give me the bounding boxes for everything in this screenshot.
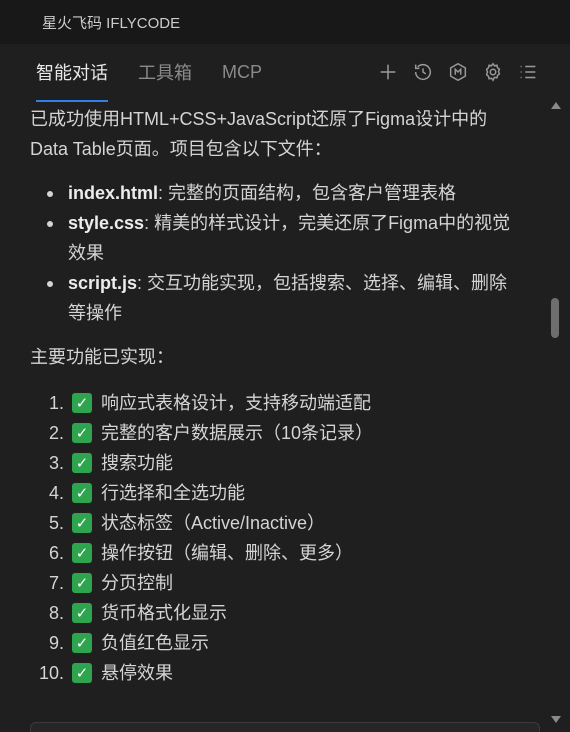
feature-text: 操作按钮（编辑、删除、更多） xyxy=(101,543,353,563)
feature-text: 悬停效果 xyxy=(101,663,173,683)
features-title: 主要功能已实现： xyxy=(30,347,174,367)
plus-icon[interactable] xyxy=(376,60,400,84)
item-number: 1. xyxy=(48,393,64,413)
file-name: script.js xyxy=(68,273,138,293)
list-item: 3. ✓ 搜索功能 xyxy=(30,448,518,478)
list-item: 6. ✓ 操作按钮（编辑、删除、更多） xyxy=(30,538,518,568)
history-icon[interactable] xyxy=(411,60,435,84)
feature-text: 负值红色显示 xyxy=(101,633,209,653)
check-icon: ✓ xyxy=(72,543,92,563)
scroll-down-arrow-icon[interactable] xyxy=(551,716,561,723)
scroll-thumb[interactable] xyxy=(551,298,559,338)
tab-mcp[interactable]: MCP xyxy=(222,62,262,83)
file-name: index.html xyxy=(68,183,159,203)
item-number: 10. xyxy=(38,663,64,683)
list-item: 4. ✓ 行选择和全选功能 xyxy=(30,478,518,508)
window-title-bar: 星火飞码 IFLYCODE xyxy=(0,0,570,44)
window-title: 星火飞码 IFLYCODE xyxy=(42,14,181,32)
feature-text: 搜索功能 xyxy=(101,453,173,473)
check-icon: ✓ xyxy=(72,633,92,653)
tab-bar: 智能对话 工具箱 MCP xyxy=(0,44,570,102)
list-item: 2. ✓ 完整的客户数据展示（10条记录） xyxy=(30,418,518,448)
item-number: 8. xyxy=(48,603,64,623)
tab-toolbox[interactable]: 工具箱 xyxy=(138,59,192,85)
list-item: index.html: 完整的页面结构，包含客户管理表格 xyxy=(47,178,518,208)
feature-text: 货币格式化显示 xyxy=(101,603,227,623)
check-icon: ✓ xyxy=(72,423,92,443)
model-icon[interactable] xyxy=(446,60,470,84)
check-icon: ✓ xyxy=(72,573,92,593)
check-icon: ✓ xyxy=(72,483,92,503)
scrollbar[interactable] xyxy=(550,100,562,732)
feature-text: 状态标签（Active/Inactive） xyxy=(101,513,326,533)
feature-text: 完整的客户数据展示（10条记录） xyxy=(101,423,374,443)
message-intro: 已成功使用HTML+CSS+JavaScript还原了Figma设计中的Data… xyxy=(30,109,488,159)
tab-chat[interactable]: 智能对话 xyxy=(36,59,108,102)
scroll-up-arrow-icon[interactable] xyxy=(551,102,561,109)
check-icon: ✓ xyxy=(72,393,92,413)
feature-text: 响应式表格设计，支持移动端适配 xyxy=(101,393,371,413)
feature-text: 分页控制 xyxy=(101,573,173,593)
chat-message: 已成功使用HTML+CSS+JavaScript还原了Figma设计中的Data… xyxy=(0,100,548,732)
item-number: 4. xyxy=(48,483,64,503)
item-number: 3. xyxy=(48,453,64,473)
list-item: 1. ✓ 响应式表格设计，支持移动端适配 xyxy=(30,388,518,418)
item-number: 9. xyxy=(48,633,64,653)
list-item: 9. ✓ 负值红色显示 xyxy=(30,628,518,658)
list-item: 7. ✓ 分页控制 xyxy=(30,568,518,598)
item-number: 6. xyxy=(48,543,64,563)
check-icon: ✓ xyxy=(72,513,92,533)
item-number: 7. xyxy=(48,573,64,593)
list-item: 8. ✓ 货币格式化显示 xyxy=(30,598,518,628)
check-icon: ✓ xyxy=(72,453,92,473)
item-number: 2. xyxy=(48,423,64,443)
list-item: style.css: 精美的样式设计，完美还原了Figma中的视觉效果 xyxy=(47,208,518,268)
toolbar-icons xyxy=(376,60,540,84)
file-name: style.css xyxy=(68,213,145,233)
list-item: 10. ✓ 悬停效果 xyxy=(30,658,518,688)
file-list: index.html: 完整的页面结构，包含客户管理表格 style.css: … xyxy=(30,178,518,328)
gear-icon[interactable] xyxy=(481,60,505,84)
file-desc: : 完整的页面结构，包含客户管理表格 xyxy=(158,183,457,203)
feature-text: 行选择和全选功能 xyxy=(101,483,245,503)
chat-input-box[interactable] xyxy=(30,722,540,732)
list-item: script.js: 交互功能实现，包括搜索、选择、编辑、删除等操作 xyxy=(47,268,518,328)
check-icon: ✓ xyxy=(72,603,92,623)
list-item: 5. ✓ 状态标签（Active/Inactive） xyxy=(30,508,518,538)
list-icon[interactable] xyxy=(516,60,540,84)
feature-list: 1. ✓ 响应式表格设计，支持移动端适配 2. ✓ 完整的客户数据展示（10条记录） 3… xyxy=(30,388,518,688)
check-icon: ✓ xyxy=(72,663,92,683)
item-number: 5. xyxy=(48,513,64,533)
